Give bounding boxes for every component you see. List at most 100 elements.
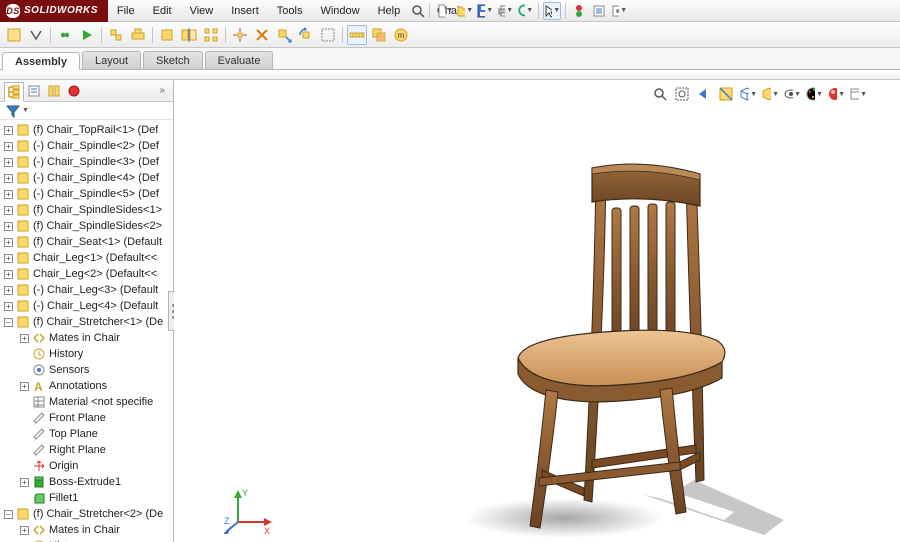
tb-assembly-icon[interactable] [106, 25, 126, 45]
tree-filter[interactable]: ▼ [0, 102, 173, 120]
tree-item-label[interactable]: History [49, 348, 83, 360]
menu-help[interactable]: Help [369, 0, 410, 22]
select-icon[interactable]: ▼ [543, 2, 561, 20]
search-icon[interactable] [409, 2, 427, 20]
tree-item-label[interactable]: Front Plane [49, 412, 106, 424]
tree-item-label[interactable]: Material <not specifie [49, 396, 153, 408]
collapse-icon[interactable]: − [4, 318, 13, 327]
tree-item-label[interactable]: Annotations [49, 380, 107, 392]
tree-item-label[interactable]: Mates in Chair [49, 332, 120, 344]
tree-item-label[interactable]: (f) Chair_SpindleSides<1> [33, 204, 162, 216]
tb-rotate-icon[interactable] [296, 25, 316, 45]
expand-icon[interactable]: + [4, 126, 13, 135]
rebuild-icon[interactable] [570, 2, 588, 20]
section-view-icon[interactable] [716, 84, 736, 104]
tree-item-label[interactable]: (f) Chair_Stretcher<2> (De [33, 508, 163, 520]
expand-icon[interactable]: + [4, 222, 13, 231]
tree-item-label[interactable]: Top Plane [49, 428, 98, 440]
tree-item-label[interactable]: (-) Chair_Spindle<4> (Def [33, 172, 159, 184]
tree-item-label[interactable]: (-) Chair_Spindle<5> (Def [33, 188, 159, 200]
zoom-fit-icon[interactable] [650, 84, 670, 104]
tree-item-label[interactable]: Right Plane [49, 444, 106, 456]
expand-icon[interactable]: + [4, 174, 13, 183]
fm-tab-config-icon[interactable] [44, 81, 64, 101]
tree-item-label[interactable]: (-) Chair_Leg<3> (Default [33, 284, 158, 296]
menu-tools[interactable]: Tools [268, 0, 312, 22]
tree-item-label[interactable]: (f) Chair_TopRail<1> (Def [33, 124, 158, 136]
tb-pattern-icon[interactable] [201, 25, 221, 45]
tb-subassembly-icon[interactable] [128, 25, 148, 45]
tree-item-label[interactable]: Boss-Extrude1 [49, 476, 121, 488]
tree-item-label[interactable]: (-) Chair_Spindle<2> (Def [33, 140, 159, 152]
expand-icon[interactable]: + [4, 286, 13, 295]
tb-mirror-icon[interactable] [179, 25, 199, 45]
expand-icon[interactable]: + [20, 334, 29, 343]
tb-interference-icon[interactable] [369, 25, 389, 45]
orientation-triad-icon[interactable]: Y X Z [224, 486, 274, 536]
tb-explode-icon[interactable] [230, 25, 250, 45]
fm-tab-display-icon[interactable] [64, 81, 84, 101]
tb-mass-icon[interactable]: m [391, 25, 411, 45]
tb-mate-icon[interactable] [252, 25, 272, 45]
expand-flyout-icon[interactable]: » [159, 85, 169, 96]
hide-show-icon[interactable]: ▼ [782, 84, 802, 104]
tree-item-label[interactable]: Sensors [49, 364, 89, 376]
expand-icon[interactable]: + [4, 254, 13, 263]
tree-item-label[interactable]: (-) Chair_Leg<4> (Default [33, 300, 158, 312]
expand-icon[interactable]: + [4, 190, 13, 199]
new-document-icon[interactable]: ▼ [436, 2, 454, 20]
expand-icon[interactable]: + [20, 478, 29, 487]
open-document-icon[interactable]: ▼ [456, 2, 474, 20]
tb-play-icon[interactable] [77, 25, 97, 45]
menu-window[interactable]: Window [311, 0, 368, 22]
tree-item-label[interactable]: Origin [49, 460, 78, 472]
options-icon[interactable] [590, 2, 608, 20]
menu-view[interactable]: View [181, 0, 223, 22]
menu-edit[interactable]: Edit [144, 0, 181, 22]
expand-icon[interactable]: + [4, 142, 13, 151]
expand-icon[interactable]: + [4, 270, 13, 279]
tb-measure-icon[interactable] [347, 25, 367, 45]
feature-tree[interactable]: + (f) Chair_TopRail<1> (Def + (-) Chair_Sp… [0, 120, 173, 542]
fm-tab-tree-icon[interactable] [4, 82, 24, 102]
tree-item-label[interactable]: Chair_Leg<2> (Default<< [33, 268, 157, 280]
tab-layout[interactable]: Layout [82, 51, 141, 69]
appearance-icon[interactable]: ▼ [804, 84, 824, 104]
tb-hide-icon[interactable] [318, 25, 338, 45]
tree-item-label[interactable]: (-) Chair_Spindle<3> (Def [33, 156, 159, 168]
expand-icon[interactable]: + [20, 526, 29, 535]
print-icon[interactable]: ▼ [496, 2, 514, 20]
tab-sketch[interactable]: Sketch [143, 51, 203, 69]
tree-item-label[interactable]: Fillet1 [49, 492, 78, 504]
tab-evaluate[interactable]: Evaluate [205, 51, 274, 69]
zoom-area-icon[interactable] [672, 84, 692, 104]
expand-icon[interactable]: + [4, 302, 13, 311]
expand-icon[interactable]: + [4, 158, 13, 167]
tb-link-icon[interactable] [55, 25, 75, 45]
tb-part-icon[interactable] [157, 25, 177, 45]
tree-item-label[interactable]: (f) Chair_SpindleSides<2> [33, 220, 162, 232]
save-icon[interactable]: ▼ [476, 2, 494, 20]
menu-file[interactable]: File [108, 0, 144, 22]
tb-new-part-icon[interactable] [4, 25, 24, 45]
display-style-icon[interactable]: ▼ [760, 84, 780, 104]
undo-icon[interactable]: ▼ [516, 2, 534, 20]
view-settings-icon[interactable]: ▼ [848, 84, 868, 104]
previous-view-icon[interactable] [694, 84, 714, 104]
tree-item-label[interactable]: Chair_Leg<1> (Default<< [33, 252, 157, 264]
collapse-icon[interactable]: − [4, 510, 13, 519]
settings-icon[interactable]: ▼ [610, 2, 628, 20]
view-orientation-icon[interactable]: ▼ [738, 84, 758, 104]
tree-item-label[interactable]: (f) Chair_Stretcher<1> (De [33, 316, 163, 328]
tree-item-label[interactable]: Mates in Chair [49, 524, 120, 536]
tb-show-hidden-icon[interactable] [26, 25, 46, 45]
expand-icon[interactable]: + [20, 382, 29, 391]
expand-icon[interactable]: + [4, 206, 13, 215]
tree-item-label[interactable]: (f) Chair_Seat<1> (Default [33, 236, 162, 248]
menu-insert[interactable]: Insert [222, 0, 268, 22]
graphics-viewport[interactable]: ▼ ▼ ▼ ▼ ▼ ▼ [174, 80, 900, 542]
expand-icon[interactable]: + [4, 238, 13, 247]
fm-tab-property-icon[interactable] [24, 81, 44, 101]
scene-icon[interactable]: ▼ [826, 84, 846, 104]
tb-move-icon[interactable] [274, 25, 294, 45]
